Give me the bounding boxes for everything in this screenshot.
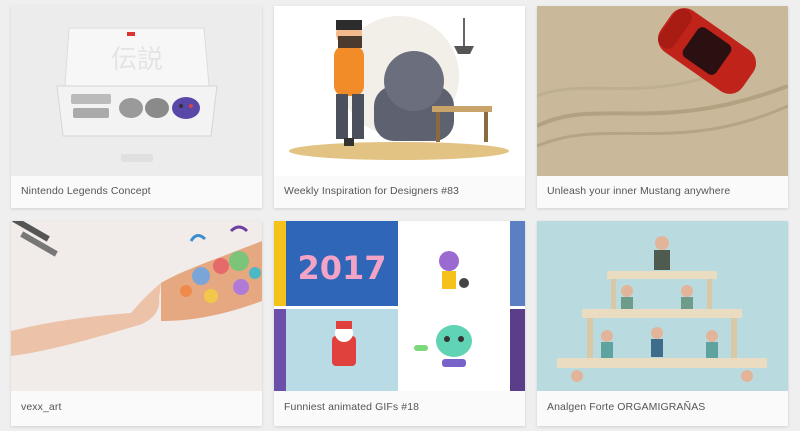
card-thumbnail[interactable] (537, 221, 788, 391)
card-title[interactable]: Analgen Forte ORGAMIGRAÑAS (547, 401, 780, 413)
card-analgen-forte[interactable]: Analgen Forte ORGAMIGRAÑAS (537, 221, 788, 426)
card-title[interactable]: Nintendo Legends Concept (21, 185, 254, 197)
card-thumbnail[interactable] (11, 221, 262, 391)
office-table-pyramid-image (537, 221, 788, 391)
card-title[interactable]: Unleash your inner Mustang anywhere (547, 185, 780, 197)
red-car-drift-image (537, 6, 788, 176)
card-funniest-gifs[interactable]: 2017 Funniest animated GIFs #18 (274, 221, 525, 426)
card-thumbnail[interactable]: 2017 (274, 221, 525, 391)
card-vexx-art[interactable]: vexx_art (11, 221, 262, 426)
card-weekly-inspiration[interactable]: Weekly Inspiration for Designers #83 (274, 6, 525, 208)
card-thumbnail[interactable] (537, 6, 788, 176)
nintendo-box-image: 伝説 (11, 6, 262, 176)
gif-year-text: 2017 (297, 249, 386, 287)
card-thumbnail[interactable] (274, 6, 525, 176)
doodle-arm-image (11, 221, 262, 391)
card-thumbnail[interactable]: 伝説 (11, 6, 262, 176)
designer-illustration-image (274, 6, 525, 176)
card-title[interactable]: vexx_art (21, 401, 254, 413)
card-title[interactable]: Funniest animated GIFs #18 (284, 401, 517, 413)
card-mustang[interactable]: Unleash your inner Mustang anywhere (537, 6, 788, 208)
animated-gifs-collage-image: 2017 (274, 221, 525, 391)
card-nintendo-legends[interactable]: 伝説 Nintendo Legends Concept (11, 6, 262, 208)
card-title[interactable]: Weekly Inspiration for Designers #83 (284, 185, 517, 197)
box-kanji: 伝説 (111, 45, 163, 75)
